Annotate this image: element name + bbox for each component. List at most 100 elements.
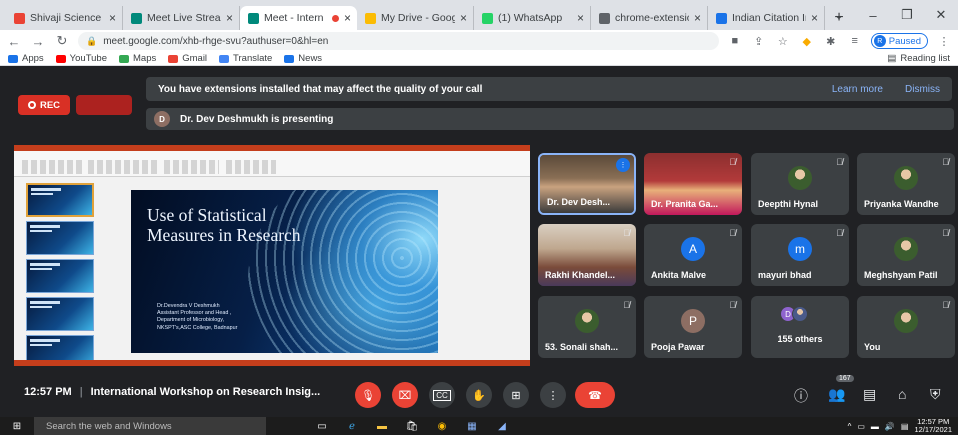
reading-list-label: Reading list [900, 53, 950, 64]
participant-tile[interactable]: 🎙̸ Meghshyam Patil [857, 224, 955, 286]
meeting-title[interactable]: International Workshop on Research Insig… [91, 386, 321, 398]
camera-icon[interactable]: ■ [727, 35, 743, 47]
minimize-icon[interactable]: – [856, 0, 890, 30]
bookmark-item[interactable]: Apps [8, 53, 44, 64]
participant-name: You [864, 342, 881, 352]
battery-icon[interactable]: ▬ [871, 422, 879, 431]
profile-paused-button[interactable]: R Paused [870, 33, 928, 49]
participant-name: Deepthi Hynal [758, 199, 819, 209]
bookmark-item[interactable]: Translate [219, 53, 272, 64]
profile-status: Paused [888, 35, 921, 47]
tab-title: (1) WhatsApp [498, 12, 563, 24]
camera-off-button[interactable]: ⌧ [392, 382, 418, 408]
browser-tab[interactable]: Shivaji Science C × [6, 6, 123, 30]
meeting-details-icon[interactable]: ⓘ [794, 386, 808, 406]
close-tab-icon[interactable]: × [344, 11, 351, 25]
forward-icon[interactable]: → [30, 34, 46, 49]
presentation-screen[interactable]: Use of Statistical Measures in Research … [14, 145, 530, 366]
edge-icon[interactable]: ℯ [344, 419, 360, 433]
close-tab-icon[interactable]: × [226, 11, 233, 25]
participant-tile[interactable]: 🎙̸ Rakhi Khandel... [538, 224, 636, 286]
file-explorer-icon[interactable]: ▬ [374, 419, 390, 433]
slide-thumbnail [26, 221, 94, 255]
chat-icon[interactable]: ▤ [863, 386, 876, 403]
chrome-icon[interactable]: ◉ [434, 419, 450, 433]
mic-muted-icon: 🎙̸ [729, 157, 736, 167]
bookmark-item[interactable]: YouTube [55, 53, 107, 64]
raise-hand-button[interactable]: ✋ [466, 382, 492, 408]
windows-start-icon[interactable]: ⊞ [0, 417, 34, 435]
browser-tab[interactable]: Meet - Intern × [240, 6, 357, 30]
puzzle-icon[interactable]: ✱ [823, 35, 839, 48]
close-window-icon[interactable]: ✕ [924, 0, 958, 30]
network-icon[interactable]: ▭ [857, 422, 865, 431]
taskbar-search-box[interactable]: Search the web and Windows [34, 417, 266, 435]
tab-search-icon[interactable]: ⌄ [822, 0, 856, 30]
browser-tab[interactable]: (1) WhatsApp × [474, 6, 591, 30]
close-tab-icon[interactable]: × [694, 11, 701, 25]
participant-tile[interactable]: P 🎙̸ Pooja Pawar [644, 296, 742, 358]
browser-tab[interactable]: Meet Live Stream × [123, 6, 240, 30]
extension-icon[interactable]: ◆ [799, 35, 815, 48]
mic-muted-icon: 🎙̸ [836, 157, 843, 167]
media-app-icon[interactable]: ▦ [464, 419, 480, 433]
volume-icon[interactable]: 🔊 [885, 422, 895, 431]
browser-tab[interactable]: Indian Citation In × [708, 6, 825, 30]
notification-icon[interactable]: ▤ [901, 422, 909, 431]
close-tab-icon[interactable]: × [460, 11, 467, 25]
captions-button[interactable]: CC [429, 382, 455, 408]
participant-tile[interactable]: m 🎙̸ mayuri bhad [751, 224, 849, 286]
task-view-icon[interactable]: ▭ [314, 419, 330, 433]
extension-warning-text: You have extensions installed that may a… [158, 83, 483, 95]
browser-tab-strip: Shivaji Science C×Meet Live Stream×Meet … [0, 0, 958, 30]
activities-icon[interactable]: ⌂ [898, 386, 906, 402]
reading-list-button[interactable]: ▤ Reading list [887, 53, 950, 64]
participant-avatar [894, 166, 918, 190]
people-icon[interactable]: 👥 [828, 386, 845, 403]
browser-tab[interactable]: chrome-extensio × [591, 6, 708, 30]
dismiss-button[interactable]: Dismiss [905, 84, 940, 95]
restore-icon[interactable]: ❐ [890, 0, 924, 30]
participant-tile[interactable]: D 155 others [751, 296, 849, 358]
learn-more-link[interactable]: Learn more [832, 84, 883, 95]
mic-off-button[interactable]: 🎙 [355, 382, 381, 408]
bookmark-item[interactable]: News [284, 53, 322, 64]
bookmark-star-icon[interactable]: ☆ [775, 35, 791, 48]
more-options-button[interactable]: ⋮ [540, 382, 566, 408]
app-icon[interactable]: ◢ [494, 419, 510, 433]
participant-tile[interactable]: 🎙̸ Dr. Pranita Ga... [644, 153, 742, 215]
back-icon[interactable]: ← [6, 34, 22, 49]
meeting-info: 12:57 PM | International Workshop on Resea… [24, 386, 320, 398]
participant-tile[interactable]: 🎙̸ Priyanka Wandhe [857, 153, 955, 215]
others-avatars: D [780, 306, 808, 322]
media-icon[interactable]: ≡ [847, 35, 863, 47]
participant-tile[interactable]: 🎙̸ You [857, 296, 955, 358]
address-bar[interactable]: 🔒 meet.google.com/xhb-rhge-svu?authuser=… [78, 32, 719, 50]
browser-tab[interactable]: My Drive - Goog × [357, 6, 474, 30]
participant-tile[interactable]: 🎙̸ 53. Sonali shah... [538, 296, 636, 358]
close-tab-icon[interactable]: × [109, 11, 116, 25]
powerpoint-ribbon [14, 151, 530, 177]
reload-icon[interactable]: ↻ [54, 33, 70, 49]
hang-up-icon: ☎ [588, 389, 602, 402]
participant-tile[interactable]: 🎙̸ Deepthi Hynal [751, 153, 849, 215]
bookmark-item[interactable]: Maps [119, 53, 156, 64]
bookmark-item[interactable]: Gmail [168, 53, 207, 64]
leave-call-button[interactable]: ☎ [575, 382, 615, 408]
present-button[interactable]: ⊞ [503, 382, 529, 408]
recording-button[interactable]: REC [18, 95, 70, 115]
meeting-controls-bar: 12:57 PM | International Workshop on Resea… [0, 374, 958, 414]
lock-icon[interactable]: 🔒 [86, 36, 97, 47]
bookmark-label: News [298, 53, 323, 64]
host-controls-icon[interactable]: ⛨ [930, 386, 941, 403]
participant-tile[interactable]: A 🎙̸ Ankita Malve [644, 224, 742, 286]
tray-chevron-icon[interactable]: ^ [848, 422, 852, 431]
system-tray: ^ ▭ ▬ 🔊 ▤ 12:57 PM 12/17/2021 [848, 418, 958, 434]
close-tab-icon[interactable]: × [811, 11, 818, 25]
participant-tile[interactable]: ⋮ Dr. Dev Desh... [538, 153, 636, 215]
share-icon[interactable]: ⇪ [751, 35, 767, 48]
store-icon[interactable]: 🛍 [404, 419, 420, 433]
taskbar-clock[interactable]: 12:57 PM 12/17/2021 [914, 418, 952, 434]
close-tab-icon[interactable]: × [577, 11, 584, 25]
menu-icon[interactable]: ⋮ [936, 35, 952, 48]
